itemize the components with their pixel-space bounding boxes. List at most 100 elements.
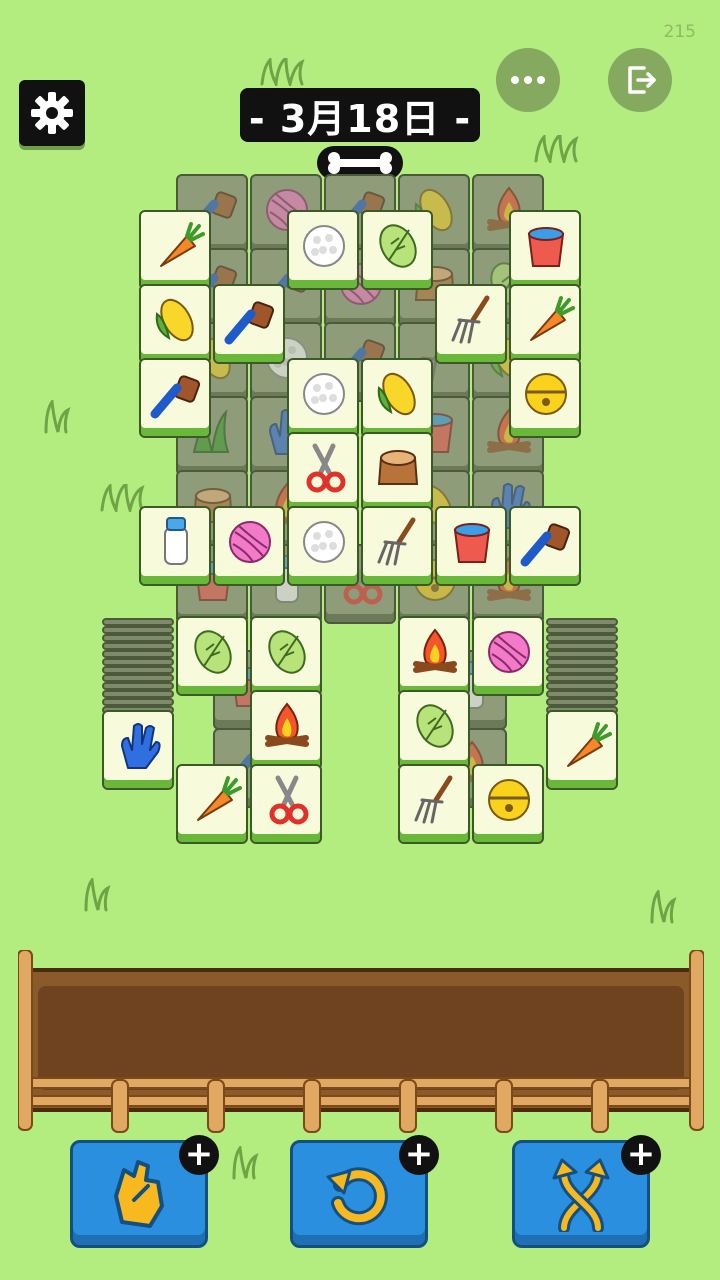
carrot-icon <box>160 222 205 267</box>
add-booster-button[interactable]: + <box>179 1135 219 1175</box>
stacked-tile-layer <box>546 634 618 642</box>
tile-carrot[interactable] <box>546 710 618 790</box>
stacked-tile-layer <box>546 626 618 634</box>
stacked-tile-layer <box>546 618 618 626</box>
pruning-shears-icon <box>269 775 309 825</box>
tile-water-bucket[interactable] <box>435 506 507 586</box>
tile-garden-fork[interactable] <box>398 764 470 844</box>
tile-blue-brush[interactable] <box>139 358 211 438</box>
milk-bottle-icon <box>164 517 188 565</box>
exit-button[interactable] <box>608 48 672 112</box>
rice-ball-icon <box>303 373 345 415</box>
tile-pruning-shears[interactable] <box>250 764 322 844</box>
golden-bell-icon <box>488 779 530 821</box>
cabbage-icon <box>194 630 232 674</box>
campfire-icon <box>265 702 309 747</box>
grass-decoration <box>44 400 71 434</box>
stacked-tile-layer <box>102 698 174 706</box>
carrot-icon <box>567 722 612 767</box>
tile-carrot[interactable] <box>139 210 211 290</box>
stacked-tile-layer <box>546 690 618 698</box>
blue-glove-icon <box>121 723 161 769</box>
grass-decoration <box>650 890 677 924</box>
stacked-tile-layer <box>102 634 174 642</box>
tile-rice-ball[interactable] <box>287 358 359 438</box>
cabbage-icon <box>416 704 454 748</box>
stacked-tile-layer <box>546 666 618 674</box>
garden-fork-icon <box>451 295 490 344</box>
water-bucket-icon <box>453 523 491 563</box>
tile-campfire[interactable] <box>250 690 322 770</box>
grass-decoration <box>534 135 579 163</box>
tile-cabbage[interactable] <box>176 616 248 696</box>
grass-decoration <box>232 1146 259 1180</box>
cabbage-icon <box>379 224 417 268</box>
tile-corn[interactable] <box>361 358 433 438</box>
yarn-ball-icon <box>488 631 530 673</box>
tile-water-bucket[interactable] <box>509 210 581 290</box>
rice-ball-icon <box>303 521 345 563</box>
more-button[interactable] <box>496 48 560 112</box>
carrot-icon <box>197 776 242 821</box>
tile-rice-ball[interactable] <box>287 506 359 586</box>
stacked-tile-layer <box>102 626 174 634</box>
tile-cabbage[interactable] <box>361 210 433 290</box>
stacked-tile-layer <box>102 642 174 650</box>
undo-booster-button[interactable]: + <box>290 1135 439 1248</box>
stacked-tile-layer <box>102 650 174 658</box>
settings-button[interactable] <box>19 80 85 146</box>
water-bucket-icon <box>527 227 565 267</box>
date-title: - 3月18日 - <box>240 88 480 142</box>
tile-cabbage[interactable] <box>398 690 470 770</box>
grass-decoration <box>260 58 305 86</box>
exit-icon <box>628 66 656 94</box>
pull-booster-button[interactable]: + <box>70 1135 219 1248</box>
stacked-tile-layer <box>102 690 174 698</box>
tile-blue-brush[interactable] <box>509 506 581 586</box>
yarn-ball-icon <box>229 521 271 563</box>
corn-icon <box>155 298 194 342</box>
garden-fork-icon <box>414 775 453 824</box>
tile-cabbage[interactable] <box>250 616 322 696</box>
gear-icon <box>31 92 73 134</box>
tile-corn[interactable] <box>139 284 211 364</box>
add-booster-button[interactable]: + <box>399 1135 439 1175</box>
tree-stump-icon <box>377 450 419 485</box>
tile-garden-fork[interactable] <box>435 284 507 364</box>
corn-icon <box>377 372 416 416</box>
undo-icon <box>326 1167 388 1226</box>
rice-ball-icon <box>303 225 345 267</box>
stacked-tile-layer <box>546 650 618 658</box>
carrot-icon <box>530 296 575 341</box>
shuffle-booster-button[interactable]: + <box>512 1135 661 1248</box>
stacked-tile-layer <box>102 658 174 666</box>
tile-yarn-ball[interactable] <box>213 506 285 586</box>
tile-blue-glove[interactable] <box>102 710 174 790</box>
tile-yarn-ball[interactable] <box>472 616 544 696</box>
tile-golden-bell[interactable] <box>472 764 544 844</box>
tile-tree-stump[interactable] <box>361 432 433 512</box>
stacked-tile-layer <box>546 658 618 666</box>
blue-brush-icon <box>224 301 275 345</box>
hand-pull-icon <box>114 1160 164 1228</box>
tile-golden-bell[interactable] <box>509 358 581 438</box>
tile-blue-brush[interactable] <box>213 284 285 364</box>
tile-rice-ball[interactable] <box>287 210 359 290</box>
tile-pruning-shears[interactable] <box>287 432 359 512</box>
tile-carrot[interactable] <box>176 764 248 844</box>
tile-garden-fork[interactable] <box>361 506 433 586</box>
tile-carrot[interactable] <box>509 284 581 364</box>
stacked-tile-layer <box>546 674 618 682</box>
stacked-tile-layer <box>102 682 174 690</box>
tile-milk-bottle[interactable] <box>139 506 211 586</box>
add-booster-button[interactable]: + <box>621 1135 661 1175</box>
garden-fork-icon <box>377 517 416 566</box>
stacked-tile-layer <box>546 698 618 706</box>
grass-decoration <box>84 878 111 912</box>
ellipsis-icon <box>511 76 545 84</box>
cabbage-icon <box>268 630 306 674</box>
stacked-tile-layer <box>102 666 174 674</box>
tile-campfire[interactable] <box>398 616 470 696</box>
blue-brush-icon <box>520 523 571 567</box>
pruning-shears-icon <box>306 443 346 493</box>
